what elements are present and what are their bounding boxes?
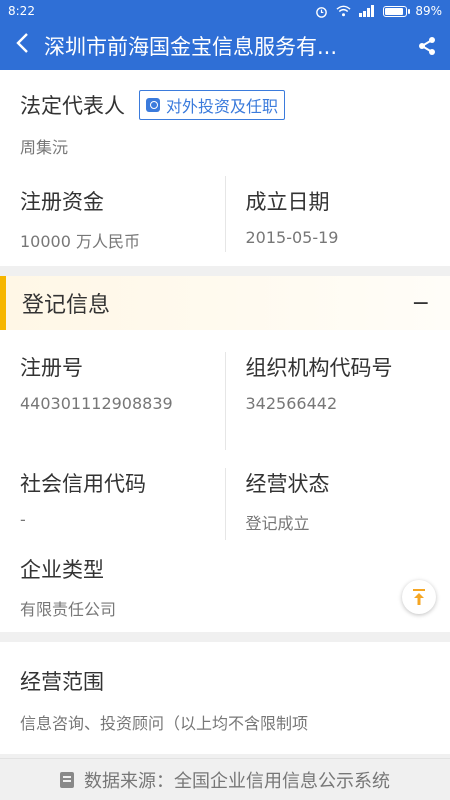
battery-percent: 89% [415,4,442,18]
page-title: 深圳市前海国金宝信息服务有... [44,35,338,59]
app-bar: 深圳市前海国金宝信息服务有... [0,22,450,70]
collapse-icon[interactable]: − [412,291,430,316]
company-type-value: 有限责任公司 [20,600,117,619]
data-source-text: 数据来源：全国企业信用信息公示系统 [84,770,390,792]
investment-icon [146,98,160,112]
credit-code-label: 社会信用代码 [20,472,146,496]
system-icons: 89% [315,4,442,18]
investment-button[interactable]: 对外投资及任职 [139,90,286,120]
overview-card: 法定代表人 对外投资及任职 周集沅 注册资金 10000 万人民币 成立日期 2… [0,70,450,266]
org-code-label: 组织机构代码号 [245,356,393,380]
org-code-value: 342566442 [245,394,338,413]
legal-rep-name[interactable]: 周集沅 [20,134,430,158]
investment-button-label: 对外投资及任职 [166,97,279,116]
capital-value: 10000 万人民币 [20,232,140,251]
business-scope-value: 信息咨询、投资顾问（以上均不含限制项 [20,714,309,733]
divider [0,632,450,642]
signal-icon [359,5,375,17]
status-time: 8:22 [8,4,35,18]
company-type-label: 企业类型 [20,558,104,582]
section-title: 登记信息 [22,293,111,318]
reg-no-label: 注册号 [20,356,83,380]
registration-card: 注册号 440301112908839 组织机构代码号 342566442 社会… [0,330,450,632]
document-icon [60,771,74,788]
divider [0,266,450,276]
credit-code-value: - [20,510,26,529]
business-scope-label: 经营范围 [20,670,104,694]
business-scope-card: 经营范围 信息咨询、投资顾问（以上均不含限制项 [0,642,450,754]
back-arrow-icon[interactable] [0,22,44,70]
founded-value: 2015-05-19 [245,228,339,247]
alarm-icon [316,6,328,18]
registration-section-header[interactable]: 登记信息 − [0,276,450,330]
reg-no-value: 440301112908839 [20,394,173,413]
scroll-top-icon [413,589,425,605]
capital-label: 注册资金 [20,190,104,214]
legal-rep-label: 法定代表人 [20,94,125,118]
op-status-label: 经营状态 [245,472,330,496]
content-area: 法定代表人 对外投资及任职 周集沅 注册资金 10000 万人民币 成立日期 2… [0,70,450,758]
wifi-icon [336,5,351,17]
battery-icon [383,5,411,17]
status-bar: 8:22 89% [0,0,450,22]
scroll-top-button[interactable] [402,580,436,614]
data-source-footer: 数据来源：全国企业信用信息公示系统 [0,758,450,800]
founded-label: 成立日期 [245,190,330,214]
op-status-value: 登记成立 [245,514,310,533]
share-icon[interactable] [404,36,450,56]
